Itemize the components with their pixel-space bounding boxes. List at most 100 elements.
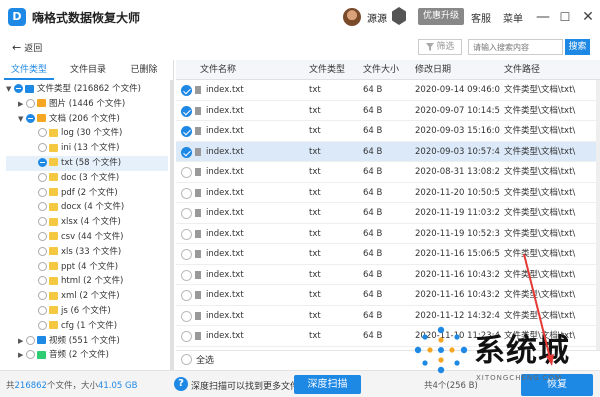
tree-checkbox[interactable] [38,231,47,241]
tree-item[interactable]: xml (2 个文件) [6,289,168,304]
table-row[interactable]: index.txt txt 64 B 2020-08-31 13:08:20 文件类型\… [176,162,600,183]
tree-item[interactable]: docx (4 个文件) [6,200,168,215]
table-row[interactable]: index.txt txt 64 B 2020-09-14 09:46:07 文件类型\… [176,80,600,101]
minimize-button[interactable]: — [533,7,553,27]
table-row[interactable]: index.txt txt 64 B 2020-11-20 10:50:53 文件类型\… [176,183,600,203]
column-header-date[interactable]: 修改日期 [415,60,500,80]
funnel-icon [425,42,434,51]
help-icon[interactable]: ? [174,377,188,391]
tree-checkbox[interactable] [26,335,35,345]
upgrade-button[interactable]: 优惠升级 [418,8,464,25]
left-scrollbar[interactable] [170,80,174,370]
service-button[interactable]: 客服 [471,10,491,25]
expand-icon[interactable]: ▶ [18,348,26,363]
cell-file-type: txt [309,331,321,341]
row-checkbox[interactable] [181,187,192,199]
table-row[interactable]: index.txt txt 64 B 2020-11-19 10:52:39 文件类型\… [176,224,600,244]
row-checkbox[interactable] [181,310,192,322]
tree-checkbox[interactable] [38,320,47,330]
tree-checkbox[interactable] [38,305,47,315]
tree-item-label: xls (33 个文件) [61,246,122,257]
column-header-type[interactable]: 文件类型 [309,60,359,80]
collapse-icon[interactable]: ▼ [18,112,26,127]
row-checkbox[interactable] [181,269,192,281]
table-scrollbar[interactable] [596,80,600,350]
row-checkbox[interactable] [181,167,192,178]
table-row[interactable]: index.txt txt 64 B 2020-11-19 11:03:20 文件类型\… [176,203,600,224]
tree-item[interactable]: csv (44 个文件) [6,230,168,245]
deep-scan-button[interactable]: 深度扫描 [294,375,361,394]
filter-button[interactable]: 筛选 [418,39,462,55]
table-row[interactable]: index.txt txt 64 B 2020-09-03 10:57:40 文件类型\… [176,141,600,162]
tree-item[interactable]: ▶ 音频 (2 个文件) [6,348,168,363]
expand-icon[interactable]: ▶ [18,97,26,112]
select-all-checkbox[interactable] [181,354,192,365]
row-checkbox[interactable] [181,146,192,158]
tree-item[interactable]: ▼ 文档 (206 个文件) [6,112,168,127]
avatar[interactable] [343,8,361,26]
tree-checkbox[interactable] [14,84,23,93]
tree-checkbox[interactable] [38,246,47,256]
tree-checkbox[interactable] [26,98,35,108]
search-button[interactable]: 搜索 [565,39,590,55]
back-arrow-icon: ← [12,41,22,54]
back-button[interactable]: ← 返回 [12,41,42,54]
row-checkbox[interactable] [181,105,192,117]
text-file-icon [195,332,201,340]
expand-icon[interactable]: ▶ [18,334,26,349]
tree-item[interactable]: pdf (2 个文件) [6,186,168,201]
tree-item[interactable]: ▼ 文件类型 (216862 个文件) [6,82,168,97]
row-checkbox[interactable] [181,208,192,219]
tree-checkbox[interactable] [38,128,47,138]
row-checkbox[interactable] [181,85,192,96]
column-header-size[interactable]: 文件大小 [363,60,413,80]
row-checkbox[interactable] [181,331,192,342]
maximize-button[interactable]: ☐ [555,7,575,27]
tree-item[interactable]: js (6 个文件) [6,304,168,319]
back-label: 返回 [24,44,43,54]
tree-checkbox[interactable] [38,157,47,167]
tree-item[interactable]: ▶ 视频 (551 个文件) [6,334,168,349]
filter-label: 筛选 [436,42,455,52]
row-checkbox[interactable] [181,290,192,301]
row-checkbox[interactable] [181,249,192,260]
tree-item[interactable]: ▶ 图片 (1446 个文件) [6,97,168,112]
table-row[interactable]: index.txt txt 64 B 2020-09-07 10:14:52 文件类型\… [176,101,600,121]
tree-checkbox[interactable] [38,261,47,271]
tree-checkbox[interactable] [38,291,47,301]
tree-checkbox[interactable] [38,276,47,286]
select-all-label[interactable]: 全选 [196,353,214,366]
close-button[interactable]: ✕ [578,7,598,27]
tree-item[interactable]: xls (33 个文件) [6,245,168,260]
menu-button[interactable]: 菜单 [503,10,523,25]
tree-item[interactable]: doc (3 个文件) [6,171,168,186]
cell-file-name: index.txt [206,228,244,239]
user-name[interactable]: 源源 [367,10,387,25]
tree-checkbox[interactable] [38,202,47,212]
tree-checkbox[interactable] [38,143,47,153]
column-header-path[interactable]: 文件路径 [504,60,594,80]
column-header-name[interactable]: 文件名称 [200,60,320,80]
search-input[interactable] [468,39,563,55]
tree-item[interactable]: ppt (4 个文件) [6,260,168,275]
tree-checkbox[interactable] [38,217,47,227]
tree-item[interactable]: cfg (1 个文件) [6,319,168,334]
tree-checkbox[interactable] [26,113,35,123]
table-row[interactable]: index.txt txt 64 B 2020-09-03 15:16:09 文件类型\… [176,121,600,142]
selected-summary: 共4个(256 B) [424,381,478,391]
row-checkbox[interactable] [181,126,192,137]
tree-checkbox[interactable] [38,172,47,182]
tab-file-type[interactable]: 文件类型 [4,60,54,80]
tree-item[interactable]: html (2 个文件) [6,274,168,289]
tree-item[interactable]: ini (13 个文件) [6,141,168,156]
collapse-icon[interactable]: ▼ [6,82,14,97]
tab-file-directory[interactable]: 文件目录 [62,60,114,80]
tree-checkbox[interactable] [26,350,35,360]
tree-item[interactable]: txt (58 个文件) [6,155,168,171]
tree-item[interactable]: xlsx (4 个文件) [6,215,168,230]
tree-checkbox[interactable] [38,187,47,197]
tab-deleted[interactable]: 已删除 [122,60,166,80]
row-checkbox[interactable] [181,228,192,240]
cell-file-type: txt [309,126,321,136]
tree-item[interactable]: log (30 个文件) [6,126,168,141]
